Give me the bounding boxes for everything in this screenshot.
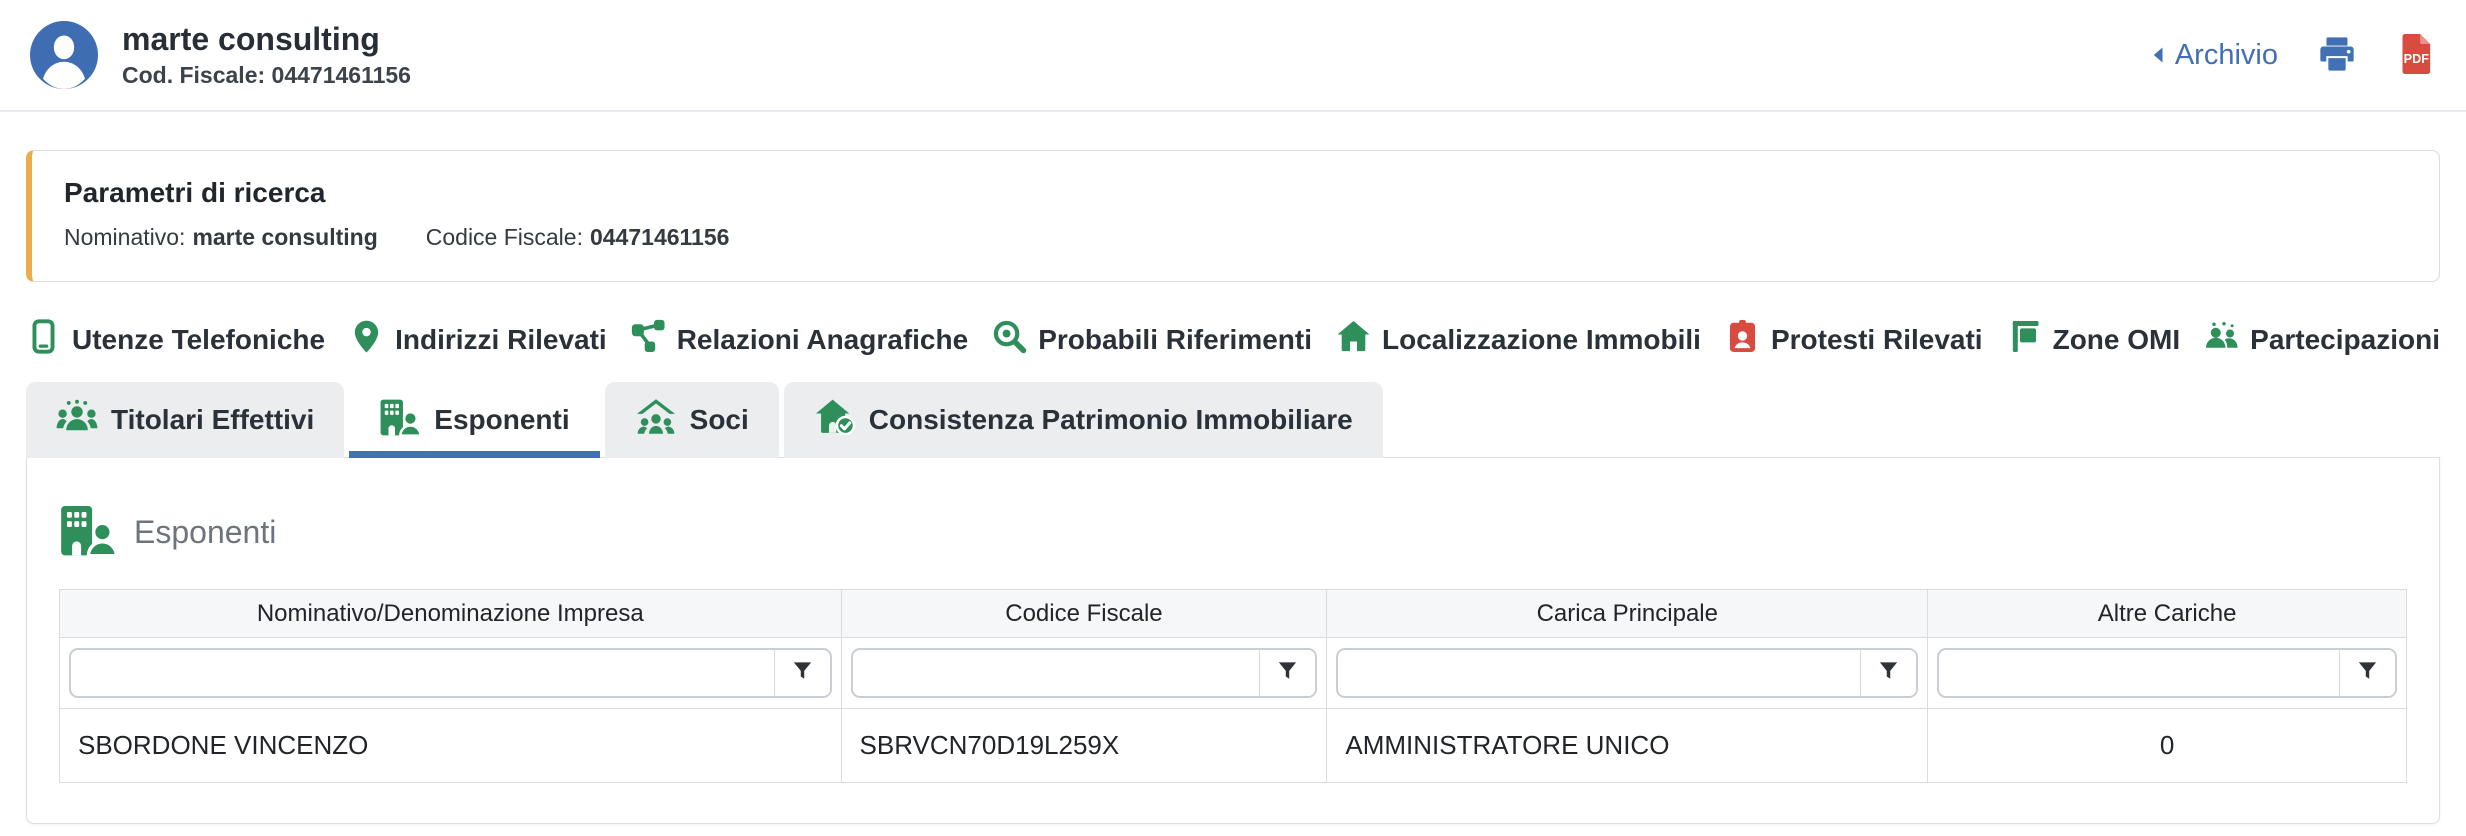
archivio-label: Archivio [2175,39,2278,72]
nav-item-label: Utenze Telefoniche [72,324,325,356]
header-title-block: marte consulting Cod. Fiscale: 044714611… [122,21,411,90]
nav-item-localizzazione-immobili[interactable]: Localizzazione Immobili [1336,319,1701,361]
filter-control-altre-cariche [1937,648,2397,698]
esponenti-table: Nominativo/Denominazione Impresa Codice … [59,589,2407,783]
tab-consistenza-patrimonio-immobiliare[interactable]: Consistenza Patrimonio Immobiliare [784,382,1383,458]
nav-item-label: Partecipazioni [2250,324,2440,356]
fiscal-code-subtitle: Cod. Fiscale: 04471461156 [122,62,411,89]
building-user-icon [59,504,117,561]
filter-control-codice-fiscale [851,648,1318,698]
tab-label: Consistenza Patrimonio Immobiliare [869,404,1353,436]
filter-input-altre-cariche[interactable] [1939,650,2339,696]
filter-menu-button-altre-cariche[interactable] [2339,650,2395,696]
search-location-icon [992,319,1027,361]
tab-titolari-effettivi[interactable]: Titolari Effettivi [26,382,344,458]
building-user-icon [379,398,421,443]
section-header: Esponenti [27,458,2439,589]
pdf-badge-text: PDF [2404,52,2430,66]
column-header-altre-cariche: Altre Cariche [1928,590,2407,638]
filter-control-carica-principale [1336,648,1918,698]
param-codice-fiscale-value: 04471461156 [590,224,729,250]
house-icon [1336,319,1371,361]
search-parameters-title: Parametri di ricerca [64,177,2407,209]
filter-menu-button-codice-fiscale[interactable] [1259,650,1315,696]
pdf-file-icon: PDF [2396,32,2436,79]
cell-carica-principale: AMMINISTRATORE UNICO [1327,709,1928,783]
nav-item-label: Protesti Rilevati [1771,324,1983,356]
param-codice-fiscale: Codice Fiscale: 04471461156 [426,224,730,251]
tab-soci[interactable]: Soci [605,382,779,458]
nav-item-partecipazioni[interactable]: Partecipazioni [2204,319,2440,361]
table-filter-row [60,638,2407,709]
print-button[interactable] [2316,34,2358,77]
nav-item-label: Relazioni Anagrafiche [677,324,968,356]
section-title: Esponenti [134,514,276,551]
filter-menu-button-nominativo[interactable] [774,650,830,696]
cell-altre-cariche: 0 [1928,709,2407,783]
tab-label: Titolari Effettivi [111,404,314,436]
tab-label: Soci [690,404,749,436]
column-header-codice-fiscale: Codice Fiscale [841,590,1327,638]
funnel-icon [1877,659,1900,687]
param-nominativo-value: marte consulting [192,224,377,250]
param-nominativo: Nominativo: marte consulting [64,224,378,251]
filter-input-codice-fiscale[interactable] [853,650,1260,696]
filter-input-nominativo[interactable] [71,650,774,696]
esponenti-panel: Esponenti Nominativo/Denominazione Impre… [26,457,2440,824]
export-pdf-button[interactable]: PDF [2396,32,2436,79]
company-avatar-icon [30,21,98,89]
tab-bar: Titolari Effettivi Esponenti Soci Consis… [26,382,2440,458]
column-header-carica-principale: Carica Principale [1327,590,1928,638]
network-nodes-icon [631,319,666,361]
nav-links-row: Utenze Telefoniche Indirizzi Rilevati Re… [26,308,2440,372]
house-check-icon [814,398,856,443]
house-users-icon [635,398,677,443]
header-actions: Archivio PDF [2147,32,2436,79]
filter-control-nominativo [69,648,832,698]
nav-item-utenze-telefoniche[interactable]: Utenze Telefoniche [26,319,325,361]
map-sign-icon [2007,319,2042,361]
app-header: marte consulting Cod. Fiscale: 044714611… [0,0,2466,112]
nav-item-probabili-riferimenti[interactable]: Probabili Riferimenti [992,319,1312,361]
table-header-row: Nominativo/Denominazione Impresa Codice … [60,590,2407,638]
funnel-icon [2356,659,2379,687]
tab-esponenti[interactable]: Esponenti [349,382,599,458]
mobile-phone-icon [26,319,61,361]
nav-item-label: Zone OMI [2053,324,2181,356]
nav-item-relazioni-anagrafiche[interactable]: Relazioni Anagrafiche [631,319,968,361]
nav-item-zone-omi[interactable]: Zone OMI [2007,319,2181,361]
table-row: SBORDONE VINCENZO SBRVCN70D19L259X AMMIN… [60,709,2407,783]
search-parameters-card: Parametri di ricerca Nominativo: marte co… [26,150,2440,282]
filter-menu-button-carica-principale[interactable] [1860,650,1916,696]
funnel-icon [1276,659,1299,687]
nav-item-protesti-rilevati[interactable]: Protesti Rilevati [1725,319,1983,361]
map-pin-icon [349,319,384,361]
param-nominativo-label: Nominativo: [64,224,185,250]
caret-left-icon [2147,43,2171,67]
archivio-link[interactable]: Archivio [2147,39,2278,72]
page-title: marte consulting [122,21,411,58]
filter-input-carica-principale[interactable] [1338,650,1860,696]
param-codice-fiscale-label: Codice Fiscale: [426,224,583,250]
cell-nominativo: SBORDONE VINCENZO [60,709,842,783]
users-icon [2204,319,2239,361]
main-content: Parametri di ricerca Nominativo: marte co… [0,150,2466,824]
id-badge-icon [1725,319,1760,361]
cell-codice-fiscale: SBRVCN70D19L259X [841,709,1327,783]
funnel-icon [791,659,814,687]
nav-item-label: Probabili Riferimenti [1038,324,1312,356]
search-parameters-values: Nominativo: marte consulting Codice Fisca… [64,224,2407,251]
people-group-icon [56,398,98,443]
nav-item-label: Localizzazione Immobili [1382,324,1701,356]
nav-item-indirizzi-rilevati[interactable]: Indirizzi Rilevati [349,319,607,361]
printer-icon [2316,34,2358,77]
tab-label: Esponenti [434,404,569,436]
column-header-nominativo: Nominativo/Denominazione Impresa [60,590,842,638]
nav-item-label: Indirizzi Rilevati [395,324,607,356]
